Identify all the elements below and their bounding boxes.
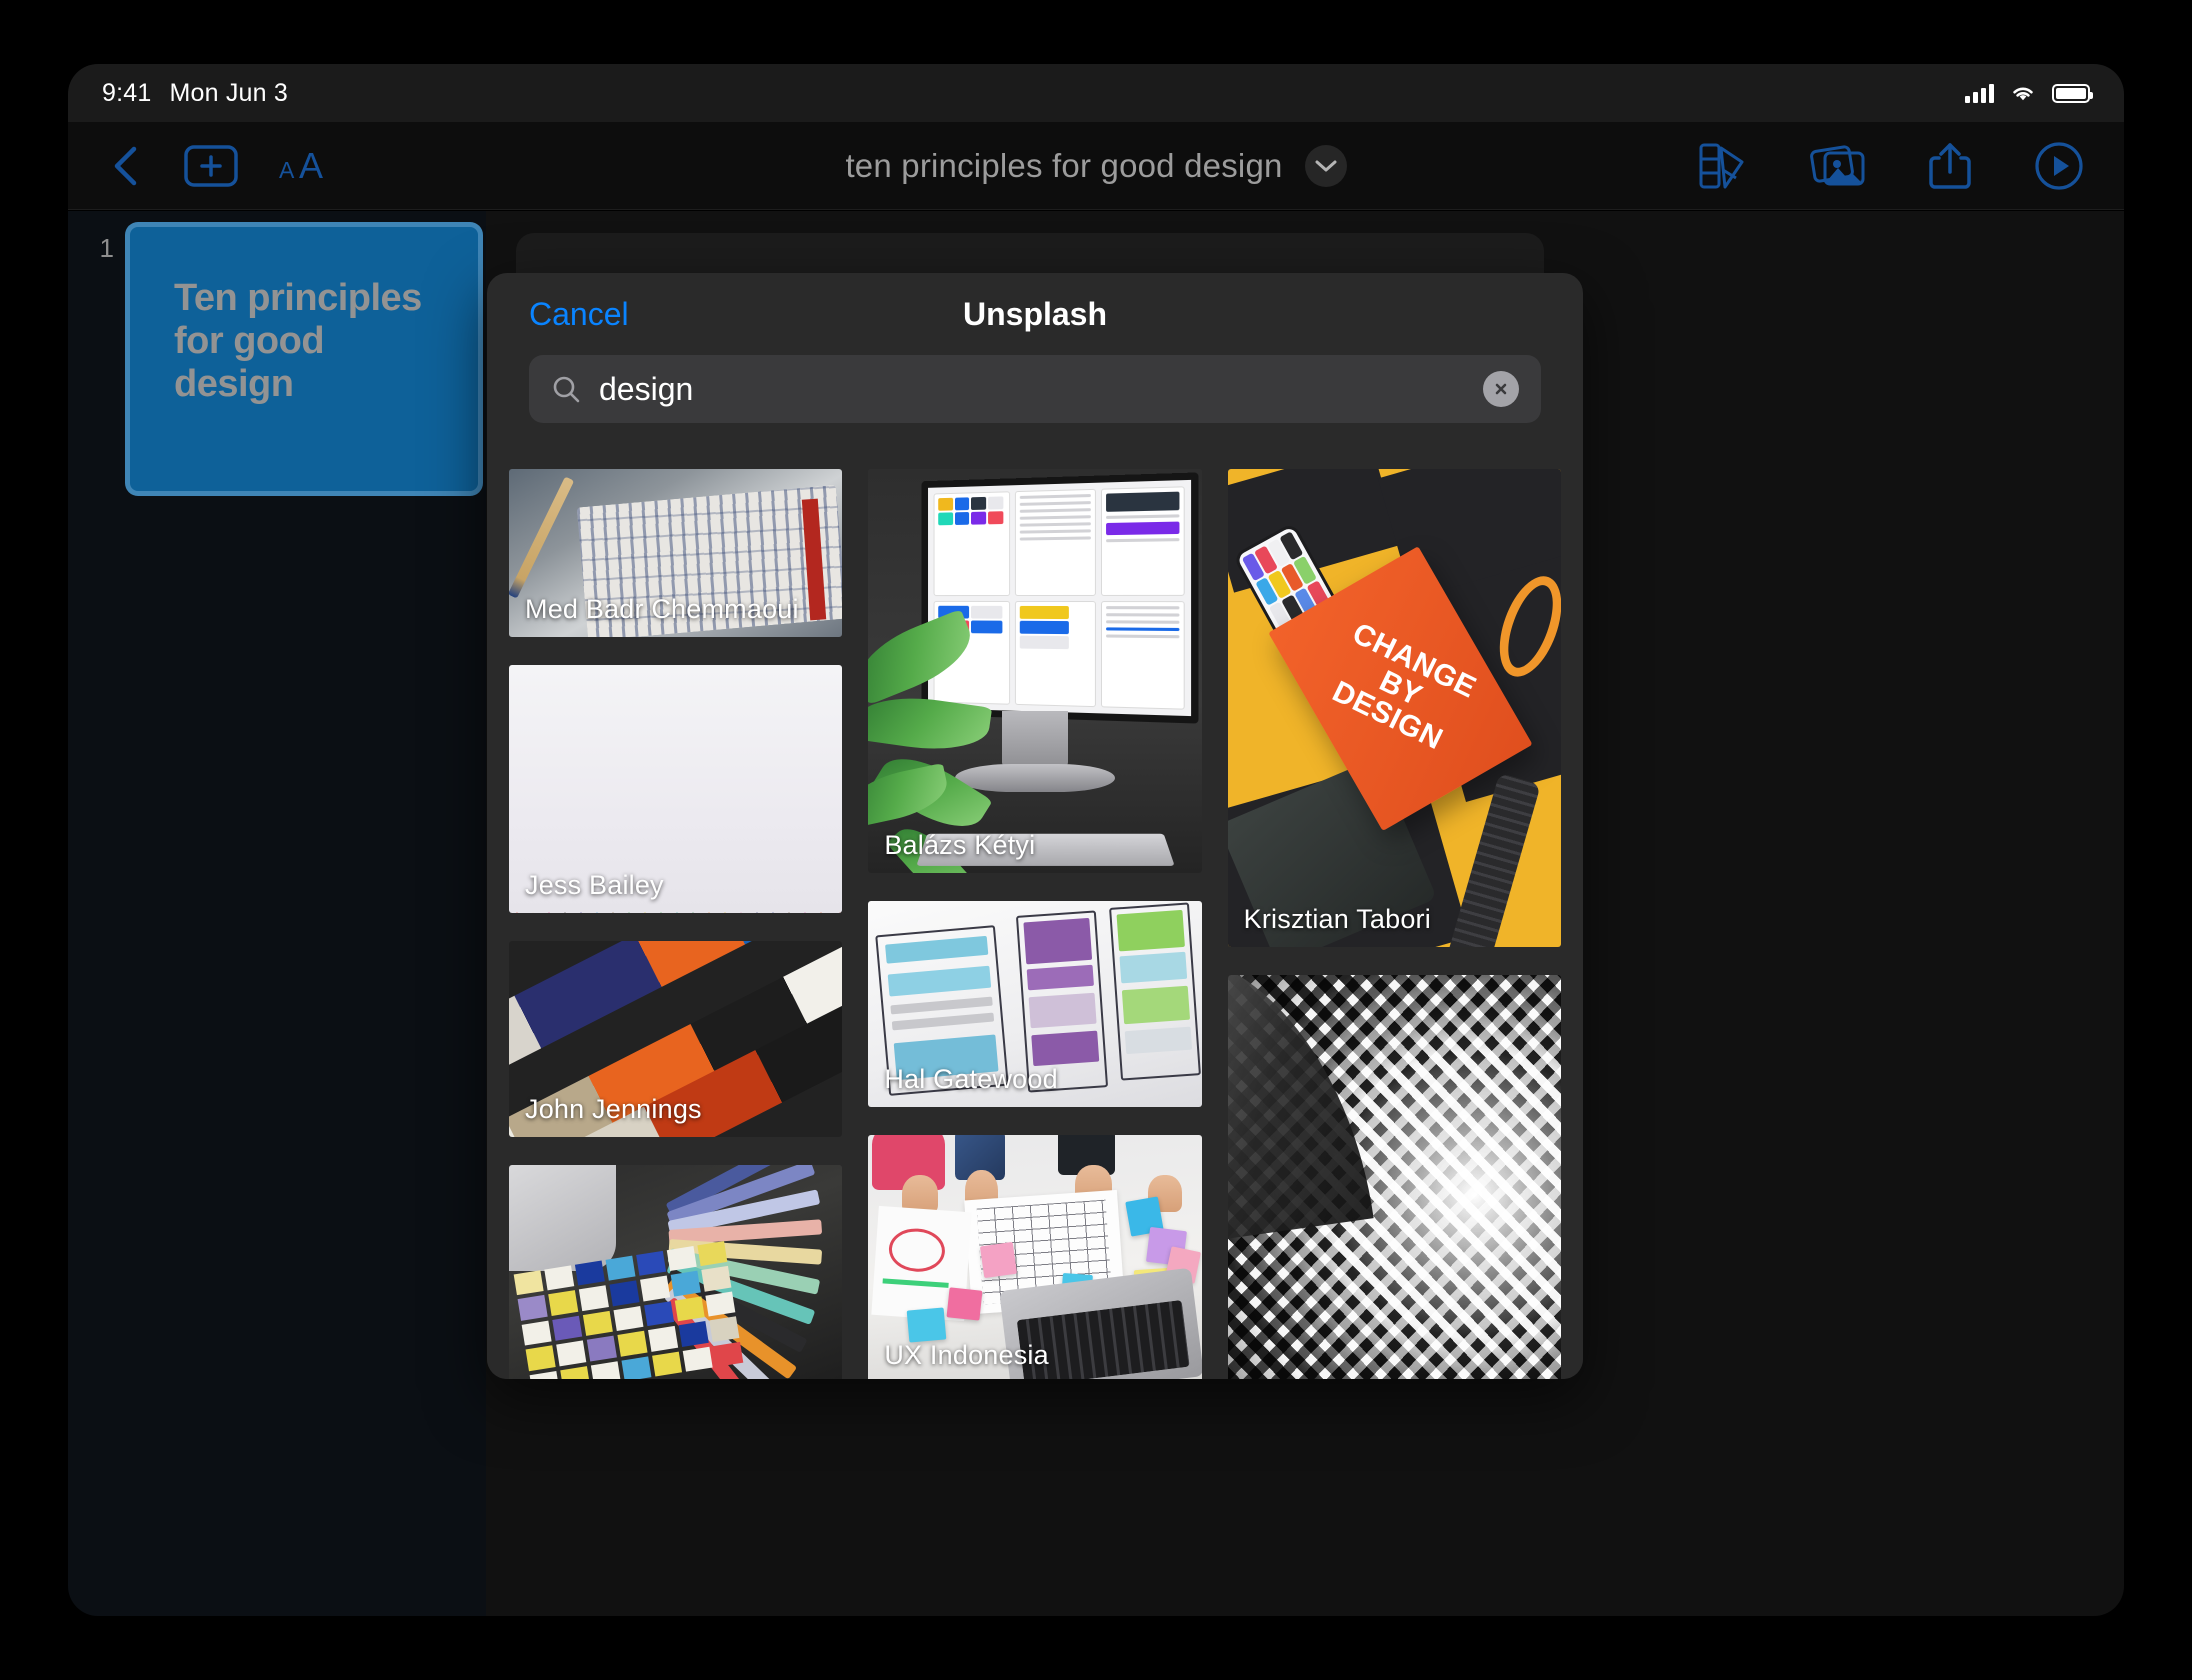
photo-card[interactable]: Jess Bailey xyxy=(509,665,843,913)
play-icon[interactable] xyxy=(2034,141,2084,191)
add-slide-icon[interactable] xyxy=(184,144,238,187)
photo-card[interactable]: Hal Gatewood xyxy=(868,901,1202,1107)
slide-navigator: 1 Ten principles for good design xyxy=(68,211,486,1616)
color-swatch-flatlay-art xyxy=(509,1165,843,1379)
wifi-icon xyxy=(2013,87,2033,101)
modal-title: Unsplash xyxy=(962,295,1108,332)
photo-credit: Hal Gatewood xyxy=(884,1064,1058,1094)
photo-card[interactable]: CHANGE BY DESIGN Krisztian Tabori xyxy=(1227,469,1561,947)
paint-swatch-icon[interactable] xyxy=(1698,142,1748,190)
text-format-icon[interactable]: A A xyxy=(278,145,334,187)
status-date: Mon Jun 3 xyxy=(169,78,289,107)
back-chevron-icon[interactable] xyxy=(108,144,144,188)
toolbar-left-group: A A xyxy=(108,144,334,188)
share-icon[interactable] xyxy=(1928,141,1972,191)
search-row: design xyxy=(487,355,1583,451)
photo-credit: Jess Bailey xyxy=(525,870,664,900)
photo-card[interactable]: Balázs Kétyi xyxy=(868,469,1202,873)
search-input[interactable]: design xyxy=(529,355,1541,423)
photo-card[interactable]: UX Indonesia xyxy=(868,1135,1202,1379)
search-input-value[interactable]: design xyxy=(599,371,1465,408)
status-bar: 9:41 Mon Jun 3 xyxy=(68,64,2124,122)
status-bar-right xyxy=(1965,83,2093,103)
photo-credit: Krisztian Tabori xyxy=(1243,904,1431,934)
search-icon xyxy=(553,376,580,403)
page-title[interactable]: ten principles for good design xyxy=(845,147,1282,185)
slide-number: 1 xyxy=(99,233,114,263)
photo-card[interactable]: Med Badr Chemmaoui xyxy=(509,469,843,637)
photo-results-grid[interactable]: Med Badr Chemmaoui Jess Bailey John Jenn… xyxy=(487,451,1583,1379)
photo-credit: UX Indonesia xyxy=(884,1340,1049,1370)
status-time: 9:41 xyxy=(102,78,152,107)
svg-text:A: A xyxy=(279,157,295,183)
chevron-down-icon[interactable] xyxy=(1304,144,1347,187)
unsplash-picker-modal: Cancel Unsplash design Med Badr Chemmaou… xyxy=(487,273,1583,1379)
document-toolbar: A A ten principles for good design xyxy=(68,122,2124,210)
battery-full-icon xyxy=(2052,83,2093,103)
slide-canvas[interactable]: Cancel Unsplash design Med Badr Chemmaou… xyxy=(486,211,2124,1616)
slide-thumbnail[interactable]: Ten principles for good design xyxy=(130,227,478,491)
photo-card[interactable] xyxy=(509,1165,843,1379)
change-by-design-book-flatlay-art: CHANGE BY DESIGN xyxy=(1227,469,1561,947)
device-screen: 9:41 Mon Jun 3 A A ten principles for go… xyxy=(68,64,2124,1616)
cancel-button[interactable]: Cancel xyxy=(529,296,629,333)
svg-text:A: A xyxy=(299,145,323,186)
clear-circle-icon[interactable] xyxy=(1483,371,1519,407)
results-column-1: Med Badr Chemmaoui Jess Bailey John Jenn… xyxy=(509,469,843,1379)
photo-credit: Med Badr Chemmaoui xyxy=(525,594,799,624)
workspace: 1 Ten principles for good design Cancel … xyxy=(68,211,2124,1616)
black-white-lattice-architecture-art xyxy=(1227,975,1561,1379)
status-bar-left: 9:41 Mon Jun 3 xyxy=(102,79,288,108)
toolbar-right-group xyxy=(1698,141,2084,191)
signal-bars-icon xyxy=(1965,83,1994,103)
results-column-3: CHANGEBYDESIGN Krisztian Tabori Ricardo … xyxy=(1227,469,1561,1379)
media-library-icon[interactable] xyxy=(1810,143,1866,189)
slide-navigator-item[interactable]: 1 Ten principles for good design xyxy=(88,227,486,491)
photo-credit: John Jennings xyxy=(525,1094,702,1124)
slide-title-text: Ten principles for good design xyxy=(174,277,422,405)
photo-card[interactable]: Ricardo Gomez Angel xyxy=(1227,975,1561,1379)
modal-header: Cancel Unsplash xyxy=(487,273,1583,355)
imac-design-system-art xyxy=(868,469,1202,873)
results-column-2: Balázs Kétyi Hal Gatewood UX Indonesia xyxy=(868,469,1202,1379)
photo-credit: Balázs Kétyi xyxy=(884,830,1036,860)
device-frame: 9:41 Mon Jun 3 A A ten principles for go… xyxy=(28,24,2164,1656)
photo-card[interactable]: John Jennings xyxy=(509,941,843,1137)
